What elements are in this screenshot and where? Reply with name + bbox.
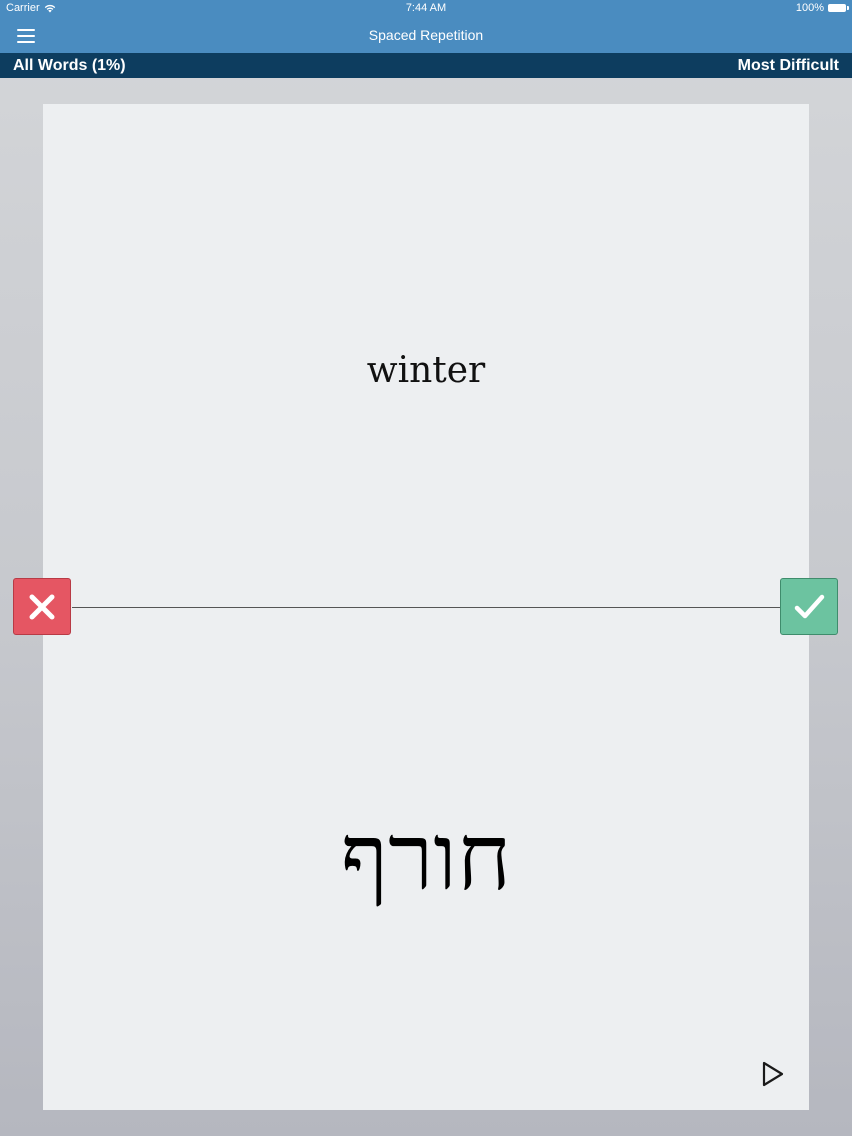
hebrew-word: חורף <box>340 804 512 911</box>
status-time: 7:44 AM <box>405 2 447 14</box>
checkmark-icon <box>794 594 825 618</box>
battery-group: 100% <box>795 2 849 14</box>
card-divider <box>72 607 780 608</box>
nav-bar: Spaced Repetition <box>0 18 852 53</box>
english-word: winter <box>366 350 486 391</box>
play-icon[interactable] <box>758 1056 788 1092</box>
x-icon <box>29 594 55 619</box>
battery-percent: 100% <box>795 2 824 14</box>
word-list-filter[interactable]: All Words (1%) <box>13 57 126 75</box>
correct-answer-button[interactable] <box>780 578 838 635</box>
battery-icon <box>828 4 849 12</box>
difficulty-filter[interactable]: Most Difficult <box>738 57 839 75</box>
wrong-answer-button[interactable] <box>13 578 71 635</box>
status-bar: Carrier 7:44 AM 100% <box>0 0 852 18</box>
sub-bar: All Words (1%) Most Difficult <box>0 53 852 78</box>
page-title: Spaced Repetition <box>368 27 484 43</box>
